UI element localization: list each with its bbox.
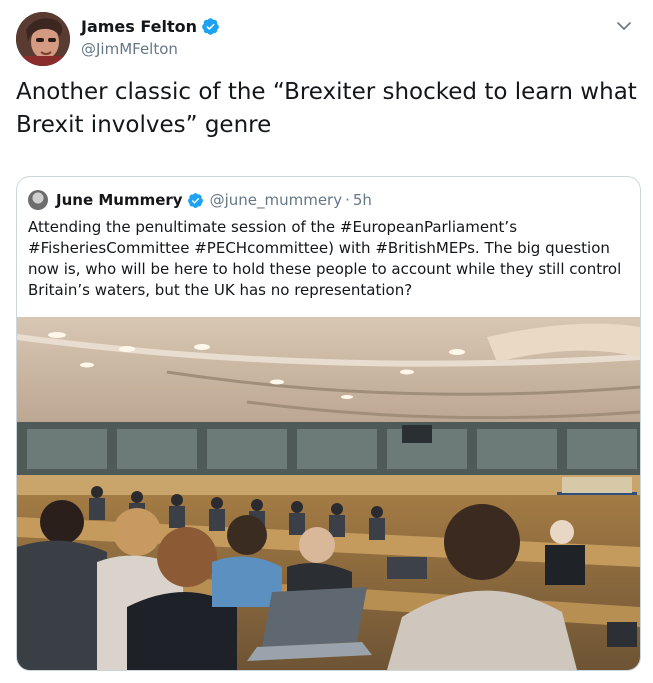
tweet-text: Another classic of the “Brexiter shocked… bbox=[16, 79, 637, 138]
quoted-tweet-time: 5h bbox=[352, 191, 372, 209]
quoted-tweet-header: June Mummery @june_mummery · 5h bbox=[28, 189, 372, 211]
author-handle[interactable]: @JimMFelton bbox=[81, 40, 178, 58]
quoted-tweet-text: Attending the penultimate session of the… bbox=[28, 218, 622, 299]
avatar-image bbox=[16, 12, 70, 66]
quoted-author-display-name: June Mummery bbox=[56, 191, 183, 209]
quoted-author-avatar bbox=[28, 190, 48, 210]
verified-badge-icon bbox=[187, 192, 203, 208]
quoted-tweet-photo[interactable] bbox=[17, 317, 640, 670]
quoted-tweet[interactable]: June Mummery @june_mummery · 5h Attendin… bbox=[16, 176, 641, 671]
committee-room-image bbox=[17, 317, 640, 670]
quoted-author-handle: @june_mummery bbox=[209, 191, 343, 209]
author-display-name[interactable]: James Felton bbox=[81, 17, 197, 36]
separator-dot: · bbox=[345, 191, 350, 209]
author-avatar[interactable] bbox=[16, 12, 70, 66]
verified-badge-icon bbox=[202, 18, 219, 35]
chevron-down-icon[interactable] bbox=[616, 18, 632, 34]
tweet-header: James Felton @JimMFelton bbox=[16, 12, 636, 66]
